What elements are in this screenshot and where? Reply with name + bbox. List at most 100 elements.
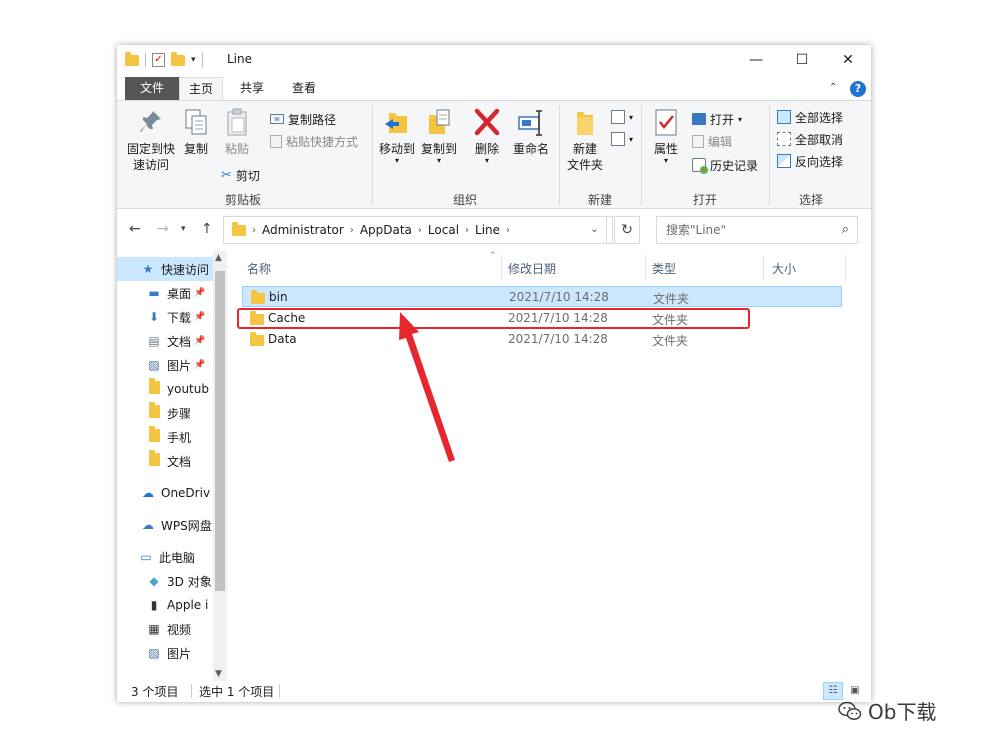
forward-arrow-icon[interactable]: →	[157, 221, 169, 237]
new-group-label: 新建	[587, 193, 612, 207]
copy-path-button[interactable]: w 复制路径	[270, 109, 336, 129]
navigation-pane-scrollbar[interactable]: ▲ ▼	[213, 251, 227, 681]
breadcrumb-separator-icon[interactable]: ›	[350, 225, 354, 236]
nav-item[interactable]: ▬ 桌面 📌	[117, 281, 213, 305]
column-divider[interactable]	[845, 255, 846, 281]
nav-item-label: 下载	[167, 310, 192, 325]
refresh-icon[interactable]: ↻	[614, 216, 640, 244]
copy-to-button[interactable]: 复制到 ▾	[419, 107, 459, 165]
nav-item[interactable]: ▨ 图片	[117, 641, 213, 665]
copy-button[interactable]: 复制	[181, 107, 211, 157]
column-divider[interactable]	[763, 255, 764, 281]
breadcrumb-separator-icon[interactable]: ›	[252, 225, 256, 236]
search-icon[interactable]: ⌕	[842, 217, 849, 243]
back-arrow-icon[interactable]: ←	[129, 221, 141, 237]
file-name: Data	[268, 332, 297, 346]
file-row-data[interactable]: Data 2021/7/10 14:28 文件夹	[242, 329, 842, 350]
properties-button[interactable]: 属性 ▾	[647, 107, 685, 165]
maximize-button[interactable]: ☐	[779, 45, 825, 75]
nav-item[interactable]: ▨ 图片 📌	[117, 353, 213, 377]
cut-button[interactable]: ✂ 剪切	[221, 165, 260, 185]
history-button[interactable]: 历史记录	[692, 155, 758, 175]
new-folder-label-line2: 文件夹	[566, 158, 603, 172]
new-folder-quick-icon[interactable]	[171, 51, 185, 66]
up-arrow-icon[interactable]: ↑	[201, 221, 213, 237]
column-name[interactable]: 名称	[247, 260, 271, 277]
open-label: 打开	[710, 112, 735, 127]
rename-button[interactable]: 重命名	[509, 107, 553, 157]
close-button[interactable]: ✕	[825, 45, 871, 75]
breadcrumb-local[interactable]: Local	[428, 223, 459, 237]
paste-button[interactable]: 粘贴	[221, 107, 253, 157]
column-modified[interactable]: 修改日期	[508, 260, 556, 277]
nav-item[interactable]: 手机	[117, 425, 213, 449]
column-divider[interactable]	[645, 255, 646, 281]
pin-label-line1: 固定到快	[126, 142, 175, 156]
breadcrumb-appdata[interactable]: AppData	[360, 223, 412, 237]
easy-access-button[interactable]: ▾	[611, 129, 633, 149]
collapse-ribbon-chevron-icon[interactable]: ⌃	[829, 82, 837, 93]
nav-item[interactable]: ▦ 视频	[117, 617, 213, 641]
scroll-up-icon[interactable]: ▲	[215, 253, 222, 263]
breadcrumb-separator-icon[interactable]: ›	[465, 225, 469, 236]
select-none-icon	[777, 132, 791, 146]
copy-path-label: 复制路径	[288, 112, 337, 127]
column-type[interactable]: 类型	[652, 260, 676, 277]
easy-access-dropdown-icon: ▾	[629, 134, 634, 144]
new-folder-button[interactable]: 新建 文件夹	[563, 107, 607, 173]
address-bar[interactable]: › Administrator › AppData › Local › Line…	[223, 216, 613, 244]
select-all-icon	[777, 110, 791, 124]
paste-shortcut-icon	[270, 134, 282, 148]
tab-home[interactable]: 主页	[179, 77, 223, 101]
star-icon: ★	[142, 262, 154, 276]
nav-item[interactable]: ☁ OneDriv	[117, 481, 213, 505]
copy-path-icon: w	[270, 114, 284, 124]
watermark-text: Ob下载	[868, 700, 937, 724]
recent-locations-chevron-icon[interactable]: ▾	[181, 224, 186, 234]
nav-item[interactable]: ▮ Apple i	[117, 593, 213, 617]
address-history-dropdown-icon[interactable]: ⌄	[583, 216, 607, 244]
breadcrumb-separator-icon[interactable]: ›	[418, 225, 422, 236]
column-divider[interactable]	[501, 255, 502, 281]
tab-view[interactable]: 查看	[281, 77, 327, 101]
properties-quick-icon[interactable]: ✓	[152, 53, 165, 67]
paste-shortcut-button[interactable]: 粘贴快捷方式	[270, 131, 358, 151]
nav-item-label: Apple i	[167, 598, 209, 612]
select-none-button[interactable]: 全部取消	[777, 129, 843, 149]
nav-item[interactable]: ▭ 此电脑	[117, 545, 213, 569]
breadcrumb-separator-icon[interactable]: ›	[506, 225, 510, 236]
invert-selection-button[interactable]: 反向选择	[777, 151, 843, 171]
tab-file[interactable]: 文件	[125, 77, 179, 101]
nav-item[interactable]: ◆ 3D 对象	[117, 569, 213, 593]
customize-toolbar-dropdown-icon[interactable]: ▾	[191, 55, 196, 65]
edit-button[interactable]: 编辑	[692, 131, 732, 151]
nav-item-label: 手机	[167, 430, 192, 445]
nav-item-label: 图片	[167, 646, 192, 661]
column-size[interactable]: 大小	[772, 260, 796, 277]
nav-item[interactable]: youtub	[117, 377, 213, 401]
move-to-button[interactable]: 移动到 ▾	[377, 107, 417, 165]
pin-to-quick-access-button[interactable]: 固定到快 速访问	[123, 107, 179, 173]
scrollbar-thumb[interactable]	[215, 271, 225, 591]
nav-item[interactable]: 步骤	[117, 401, 213, 425]
nav-item[interactable]: ⬇ 下载 📌	[117, 305, 213, 329]
select-all-button[interactable]: 全部选择	[777, 107, 843, 127]
nav-item[interactable]: 文档	[117, 449, 213, 473]
scroll-down-icon[interactable]: ▼	[215, 669, 222, 679]
paste-icon	[227, 108, 247, 136]
search-box[interactable]: 搜索"Line" ⌕	[656, 216, 858, 244]
nav-item[interactable]: ▤ 文档 📌	[117, 329, 213, 353]
new-item-button[interactable]: ▾	[611, 107, 633, 127]
file-row-bin[interactable]: bin 2021/7/10 14:28 文件夹	[242, 286, 842, 307]
nav-item[interactable]: ☁ WPS网盘	[117, 513, 213, 537]
breadcrumb-line[interactable]: Line	[475, 223, 500, 237]
breadcrumb-administrator[interactable]: Administrator	[262, 223, 344, 237]
open-button[interactable]: 打开 ▾	[692, 109, 742, 129]
minimize-button[interactable]: —	[733, 45, 779, 75]
navigation-pane: ★ 快速访问 ▬ 桌面 📌 ⬇ 下载 📌 ▤ 文档 📌 ▨ 图片 📌 youtub 步骤手机文档 ☁ OneDri…	[117, 251, 227, 681]
select-all-label: 全部选择	[795, 110, 844, 125]
tab-share[interactable]: 共享	[229, 77, 275, 101]
help-button[interactable]: ?	[850, 81, 866, 97]
delete-button[interactable]: 删除 ▾	[471, 107, 503, 165]
nav-item[interactable]: ★ 快速访问	[117, 257, 213, 281]
